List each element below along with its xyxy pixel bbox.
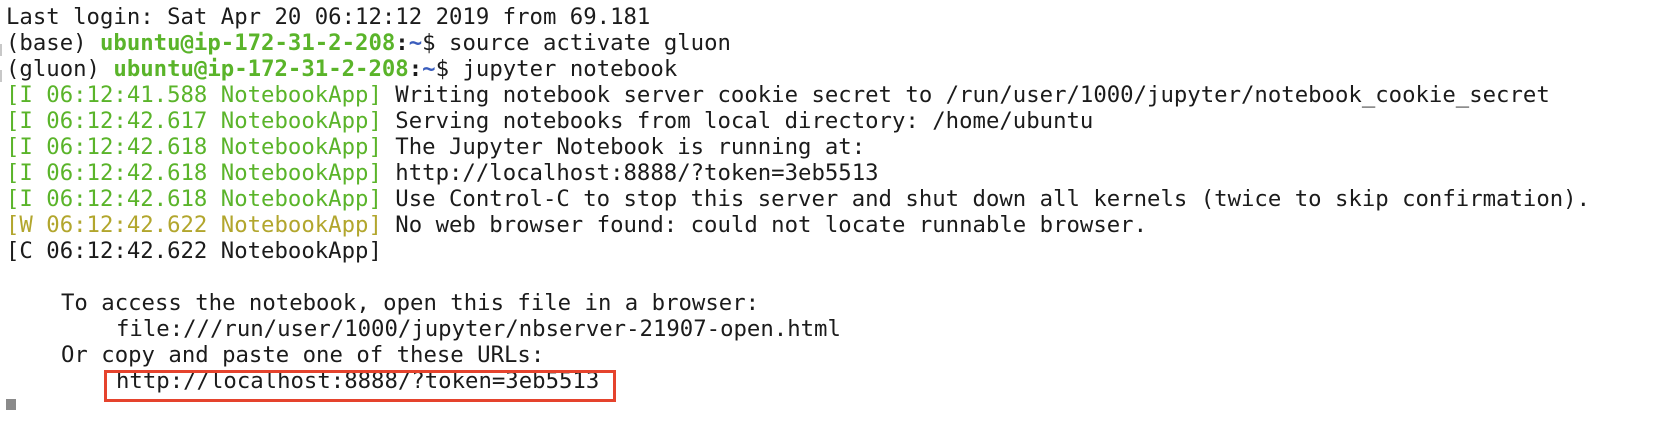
command-text: source activate gluon [449, 30, 731, 56]
prompt-line: (gluon) ubuntu@ip-172-31-2-208:~$ jupyte… [6, 56, 1666, 82]
log-line: [I 06:12:42.618 NotebookApp] http://loca… [6, 160, 1666, 186]
log-tag-critical: [C 06:12:42.622 NotebookApp] [6, 238, 382, 264]
prompt-colon: : [395, 30, 409, 56]
log-message: The Jupyter Notebook is running at: [381, 134, 866, 160]
log-tag: [I 06:12:42.618 NotebookApp] [6, 160, 382, 186]
access-note: To access the notebook, open this file i… [61, 290, 760, 316]
log-line: [I 06:12:42.617 NotebookApp] Serving not… [6, 108, 1666, 134]
log-message-url[interactable]: http://localhost:8888/?token=3eb5513 [382, 160, 878, 186]
log-tag: [I 06:12:42.617 NotebookApp] [6, 108, 382, 134]
prompt-dollar: $ [435, 56, 463, 82]
log-tag: [I 06:12:41.588 NotebookApp] [6, 82, 382, 108]
log-line: [C 06:12:42.622 NotebookApp] [6, 238, 1666, 264]
prompt-line: (base) ubuntu@ip-172-31-2-208:~$ source … [6, 30, 1666, 56]
log-message: No web browser found: could not locate r… [381, 212, 1148, 238]
log-tag: [I 06:12:42.618 NotebookApp] [6, 186, 382, 212]
copy-note: Or copy and paste one of these URLs: [61, 342, 545, 368]
log-message: Serving notebooks from local directory: … [381, 108, 1094, 134]
user-host: ubuntu@ip-172-31-2-208 [99, 30, 396, 56]
log-line: [W 06:12:42.622 NotebookApp] No web brow… [6, 212, 1666, 238]
token-url[interactable]: http://localhost:8888/?token=3eb5513 [6, 368, 1666, 394]
file-url[interactable]: file:///run/user/1000/jupyter/nbserver-2… [6, 316, 1666, 342]
terminal-window[interactable]: Last login: Sat Apr 20 06:12:12 2019 fro… [6, 4, 1666, 394]
prompt-path: ~ [422, 56, 436, 82]
prompt-colon: : [408, 56, 423, 82]
prompt-path: ~ [408, 30, 423, 56]
user-host: ubuntu@ip-172-31-2-208 [113, 56, 409, 82]
log-message: Use Control-C to stop this server and sh… [381, 186, 1591, 212]
log-line: [I 06:12:42.618 NotebookApp] Use Control… [6, 186, 1666, 212]
log-tag: [I 06:12:42.618 NotebookApp] [6, 134, 382, 160]
log-tag-warning: [W 06:12:42.622 NotebookApp] [6, 212, 382, 238]
terminal-cursor [6, 399, 16, 410]
log-message: Writing notebook server cookie secret to… [381, 82, 1550, 108]
prompt-dollar: $ [422, 30, 450, 56]
log-line: [I 06:12:42.618 NotebookApp] The Jupyter… [6, 134, 1666, 160]
conda-env: (base) [6, 30, 100, 56]
log-line: [I 06:12:41.588 NotebookApp] Writing not… [6, 82, 1666, 108]
command-text: jupyter notebook [462, 56, 678, 82]
conda-env: (gluon) [6, 56, 114, 82]
line-marker [0, 70, 2, 82]
line-marker [0, 44, 2, 56]
last-login-line: Last login: Sat Apr 20 06:12:12 2019 fro… [6, 4, 651, 30]
